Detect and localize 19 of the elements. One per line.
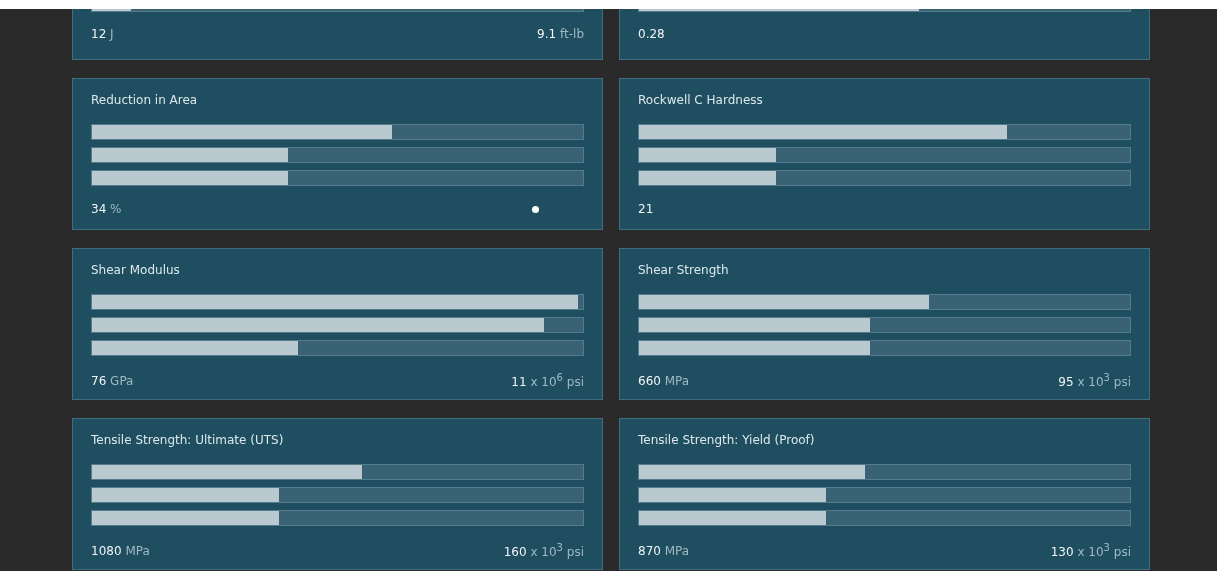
imperial-value: 9.1 ft-lb [537,27,584,41]
metric-value: 21 [638,202,654,216]
metric-value: 1080 MPa [91,543,150,558]
metric-value: 0.28 [638,27,665,41]
metric-value: 12 J [91,27,114,41]
imperial-value: 130 x 10$^{3}$ psi [1050,542,1131,559]
imperial-value: 11 x 10$^{6}$ psi [511,372,584,389]
metric-value: 34 % [91,202,122,216]
imperial-value: 160 x 10$^{3}$ psi [503,542,584,559]
card-title: Shear Strength [638,263,730,279]
card-title: Reduction in Area [91,93,199,109]
imperial-value: 95 x 10$^{3}$ psi [1058,372,1131,389]
card-title: Shear Modulus [91,263,181,279]
card-title: Rockwell C Hardness [638,93,764,109]
metric-value: 870 MPa [638,543,690,558]
card-title: Tensile Strength: Ultimate (UTS) [91,433,285,449]
metric-value: 76 GPa [91,373,134,388]
metric-value: 660 MPa [638,373,690,388]
card-title: Tensile Strength: Yield (Proof) [638,433,816,449]
